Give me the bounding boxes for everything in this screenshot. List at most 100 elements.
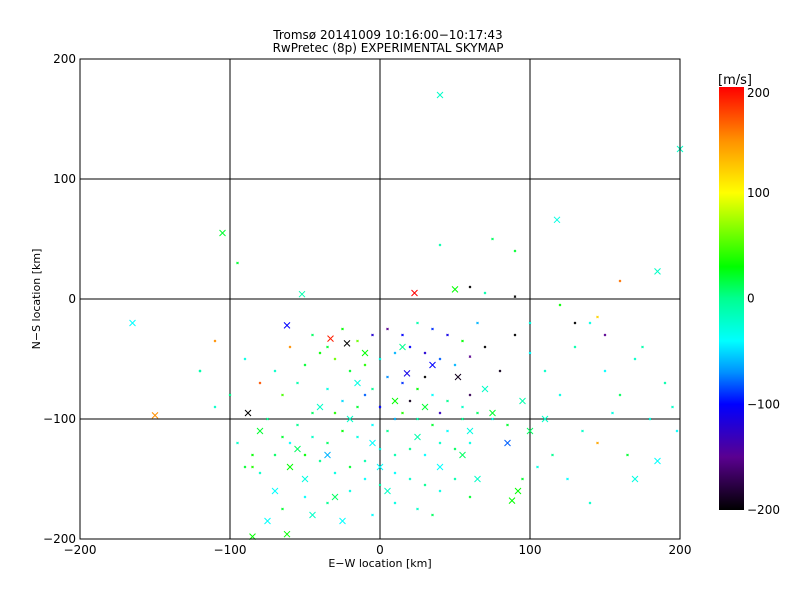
data-point xyxy=(416,417,419,421)
data-point xyxy=(498,369,502,373)
data-point xyxy=(476,411,479,415)
data-point-large xyxy=(553,216,561,224)
data-point xyxy=(431,513,434,517)
y-axis-label: N−S location [km] xyxy=(30,249,43,350)
data-point-large xyxy=(331,493,339,501)
data-point xyxy=(566,477,569,481)
data-point xyxy=(371,423,374,427)
data-point xyxy=(333,357,337,361)
data-point xyxy=(648,417,652,421)
data-point xyxy=(675,429,679,433)
colorbar-tick-label: 0 xyxy=(747,292,755,306)
data-point xyxy=(408,447,412,451)
data-point xyxy=(618,279,622,283)
data-point-large xyxy=(391,397,399,405)
data-point xyxy=(356,405,359,409)
data-point-large xyxy=(454,373,462,381)
data-point xyxy=(596,315,599,319)
data-point-large xyxy=(286,463,294,471)
data-point xyxy=(303,453,307,457)
data-point xyxy=(251,453,254,457)
data-point xyxy=(363,477,367,481)
data-point xyxy=(528,351,532,355)
data-point-large xyxy=(436,91,444,99)
data-point xyxy=(393,471,397,475)
data-point-large xyxy=(474,475,481,483)
data-point xyxy=(243,357,247,361)
data-point-large xyxy=(421,403,429,411)
data-point-large xyxy=(256,427,264,435)
data-point-large xyxy=(631,475,639,483)
data-point-large xyxy=(264,517,271,525)
data-point xyxy=(228,393,232,397)
data-point xyxy=(408,477,412,481)
data-point xyxy=(438,411,442,415)
data-point xyxy=(311,411,314,415)
data-point xyxy=(513,333,517,337)
data-point xyxy=(326,501,329,505)
data-point xyxy=(198,369,202,373)
data-point xyxy=(401,333,404,337)
data-point-large xyxy=(219,229,226,237)
skymap-chart: Tromsø 20141009 10:16:00−10:17:43 RwPret… xyxy=(30,28,780,570)
data-point xyxy=(438,489,442,493)
data-point xyxy=(453,363,457,367)
data-point xyxy=(483,291,487,295)
data-point xyxy=(363,393,367,397)
data-point-large xyxy=(339,517,346,525)
data-point xyxy=(341,399,344,403)
data-point xyxy=(371,387,374,391)
data-point xyxy=(476,321,479,325)
data-point xyxy=(251,465,254,469)
data-point xyxy=(423,375,427,379)
data-point-large xyxy=(309,511,316,519)
data-point xyxy=(551,453,554,457)
data-point-large xyxy=(384,487,391,495)
data-point xyxy=(431,423,434,427)
data-point xyxy=(431,327,434,331)
data-point-large xyxy=(508,497,516,504)
data-point xyxy=(363,363,367,367)
colorbar-tick-label: 100 xyxy=(747,186,770,200)
data-point xyxy=(401,381,404,385)
data-point xyxy=(626,453,629,457)
data-point xyxy=(536,465,539,469)
data-point xyxy=(446,399,449,403)
data-point xyxy=(348,489,352,493)
data-point xyxy=(266,417,269,421)
data-point xyxy=(573,345,577,349)
data-point-large xyxy=(327,335,334,342)
x-tick-label: 200 xyxy=(669,543,692,557)
data-point-large xyxy=(283,322,291,329)
data-point-large xyxy=(466,427,474,435)
x-tick-label: 0 xyxy=(376,543,384,557)
data-point xyxy=(423,483,427,487)
x-axis-label: E−W location [km] xyxy=(328,557,431,570)
data-point xyxy=(371,333,374,337)
y-tick-label: 200 xyxy=(53,52,76,66)
colorbar-tick-label: 200 xyxy=(747,86,770,100)
data-point xyxy=(446,429,449,433)
data-point xyxy=(401,411,404,415)
data-point xyxy=(513,295,517,298)
data-point xyxy=(468,495,472,499)
data-point xyxy=(318,351,322,355)
data-point xyxy=(363,459,367,463)
data-point xyxy=(521,477,524,481)
data-point xyxy=(393,453,397,457)
data-point xyxy=(438,441,442,445)
data-point xyxy=(438,357,442,361)
data-point xyxy=(348,369,352,373)
data-point-large xyxy=(654,457,661,465)
data-point-large xyxy=(519,397,526,405)
data-point xyxy=(558,303,562,307)
y-axis-ticks: −200 −100 0 100 200 xyxy=(43,52,76,546)
data-point xyxy=(296,423,299,427)
colorbar xyxy=(719,87,744,510)
data-point xyxy=(416,387,419,391)
data-point-large xyxy=(411,289,418,297)
data-point xyxy=(393,501,397,505)
data-point-large xyxy=(316,403,324,411)
data-point xyxy=(588,501,592,505)
y-tick-label: 100 xyxy=(53,172,76,186)
